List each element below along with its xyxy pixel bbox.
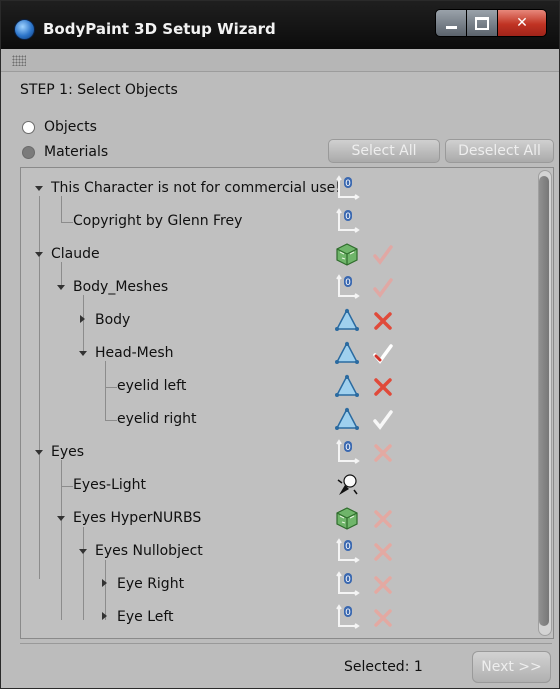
cross-toggle-icon[interactable] [372,376,394,398]
collapse-arrow-icon[interactable] [35,252,43,257]
svg-text:0: 0 [345,575,351,585]
tree-row[interactable]: eyelid left [21,370,531,403]
svg-text:0: 0 [345,278,351,288]
polygon-object-icon [334,340,360,366]
expand-arrow-icon[interactable] [102,579,107,587]
svg-text:0: 0 [345,179,351,189]
objects-radio[interactable] [22,120,35,134]
tree-row[interactable]: Eyes HyperNURBS [21,502,531,535]
tree-row-label: Body [95,312,131,328]
tree-row[interactable]: This Character is not for commercial use… [21,172,531,205]
maximize-icon [475,16,489,30]
tree-row-label: Eyes Nullobject [95,543,203,559]
tree-row-label: Eyes HyperNURBS [73,510,202,526]
step-title: STEP 1: Select Objects [20,82,178,98]
collapse-arrow-icon[interactable] [79,549,87,554]
collapse-arrow-icon[interactable] [35,450,43,455]
tree-row[interactable]: eyelid right [21,403,531,436]
tree-row-label: eyelid left [117,378,187,394]
menu-strip [1,49,559,72]
collapse-arrow-icon[interactable] [35,186,43,191]
minimize-icon [445,25,457,29]
null-object-icon: 0 [334,274,360,300]
tree-row[interactable]: Body_Meshes 0 [21,271,531,304]
close-button[interactable]: ✕ [498,9,547,37]
check-toggle-icon[interactable] [372,409,394,431]
objects-radio-option[interactable]: Objects [22,119,97,135]
next-button[interactable]: Next >> [472,651,551,683]
footer-divider [20,643,552,644]
svg-text:0: 0 [345,212,351,222]
tree-row[interactable]: Eye Right 0 [21,568,531,601]
cross-toggle-icon[interactable] [372,442,394,464]
svg-text:0: 0 [345,542,351,552]
light-icon [334,472,360,498]
polygon-object-icon [334,307,360,333]
tree-row-label: This Character is not for commercial use… [51,180,341,196]
tree-row[interactable]: Body [21,304,531,337]
check-toggle-icon[interactable] [372,244,394,266]
materials-radio[interactable] [22,145,35,159]
expand-arrow-icon[interactable] [80,315,85,323]
title-bar[interactable]: BodyPaint 3D Setup Wizard ✕ [1,1,559,49]
collapse-arrow-icon[interactable] [79,351,87,356]
tree-row-label: Eye Right [117,576,185,592]
svg-text:0: 0 [345,443,351,453]
selected-count: Selected: 1 [344,659,423,675]
tree-row-label: Claude [51,246,100,262]
cross-toggle-icon[interactable] [372,508,394,530]
minimize-button[interactable] [435,9,467,37]
cross-toggle-icon[interactable] [372,541,394,563]
tree-row-label: Eye Left [117,609,174,625]
polygon-object-icon [334,406,360,432]
materials-radio-label: Materials [44,144,109,160]
tree-row-label: Copyright by Glenn Frey [73,213,243,229]
polygon-object-icon [334,373,360,399]
null-object-icon: 0 [334,175,360,201]
null-object-icon: 0 [334,538,360,564]
tree-row[interactable]: Eye Left 0 [21,601,531,634]
null-object-icon: 0 [334,604,360,630]
collapse-arrow-icon[interactable] [57,516,65,521]
svg-text:0: 0 [345,608,351,618]
null-object-icon: 0 [334,571,360,597]
setup-wizard-window: BodyPaint 3D Setup Wizard ✕ STEP 1: Sele… [0,0,560,689]
collapse-arrow-icon[interactable] [57,285,65,290]
tree-row-label: Head-Mesh [95,345,174,361]
hypernurbs-icon [334,505,360,531]
check-toggle-icon[interactable] [372,343,394,365]
maximize-button[interactable] [467,9,498,37]
deselect-all-button[interactable]: Deselect All [445,139,554,163]
materials-radio-option[interactable]: Materials [22,144,108,160]
cross-toggle-icon[interactable] [372,574,394,596]
null-object-icon: 0 [334,208,360,234]
grip-handle-icon[interactable] [12,55,26,66]
bodypaint-app-icon [14,19,35,40]
tree-row-label: Eyes [51,444,85,460]
scrollbar-thumb[interactable] [539,176,549,626]
tree-scrollbar[interactable] [536,168,552,638]
expand-arrow-icon[interactable] [102,612,107,620]
tree-row[interactable]: Claude [21,238,531,271]
close-icon: ✕ [516,15,528,31]
select-all-button[interactable]: Select All [328,139,440,163]
objects-radio-label: Objects [44,119,97,135]
cross-toggle-icon[interactable] [372,607,394,629]
null-object-icon: 0 [334,439,360,465]
tree-row[interactable]: Copyright by Glenn Frey 0 [21,205,531,238]
tree-row[interactable]: Eyes-Light [21,469,531,502]
tree-row-label: Eyes-Light [73,477,147,493]
tree-row-label: Body_Meshes [73,279,169,295]
object-tree[interactable]: This Character is not for commercial use… [20,167,554,639]
tree-row[interactable]: Eyes 0 [21,436,531,469]
check-toggle-icon[interactable] [372,277,394,299]
tree-row-label: eyelid right [117,411,197,427]
cross-toggle-icon[interactable] [372,310,394,332]
tree-row[interactable]: Head-Mesh [21,337,531,370]
tree-row[interactable]: Eyes Nullobject 0 [21,535,531,568]
hypernurbs-icon [334,241,360,267]
window-controls: ✕ [435,9,547,37]
window-title: BodyPaint 3D Setup Wizard [43,20,276,38]
